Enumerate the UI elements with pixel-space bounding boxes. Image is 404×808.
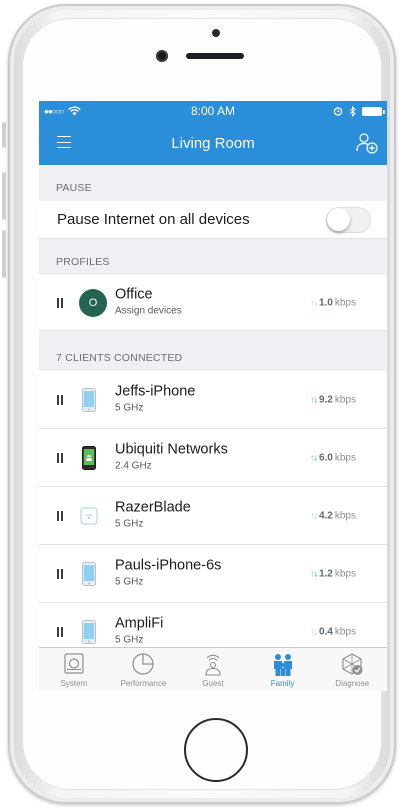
rate-unit: kbps — [334, 394, 356, 405]
rate-value: 6.0 — [318, 452, 333, 463]
system-icon — [64, 653, 84, 674]
iphone-icon — [82, 561, 96, 586]
throughput-rate: ↑↓ 6.0 kbps — [310, 452, 356, 463]
pause-icon[interactable] — [57, 568, 63, 579]
client-row[interactable]: Jeffs-iPhone 5 GHz ↑↓ 9.2 kbps — [39, 371, 387, 429]
profile-subtitle: Assign devices — [115, 304, 182, 316]
rate-value: 1.0 — [318, 297, 333, 308]
toggle-knob — [327, 208, 350, 231]
android-phone-icon — [82, 445, 96, 470]
guest-icon — [205, 654, 221, 676]
client-name: AmpliFi — [115, 614, 164, 631]
earpiece-speaker — [186, 53, 244, 59]
wifi-device-icon — [80, 507, 98, 524]
client-name: Ubiquiti Networks — [115, 440, 228, 457]
rate-unit: kbps — [334, 510, 356, 521]
tab-label: Family — [270, 679, 295, 688]
up-down-arrows-icon: ↑↓ — [309, 297, 318, 308]
iphone-icon — [82, 619, 96, 644]
client-band: 5 GHz — [115, 401, 144, 413]
home-button[interactable] — [184, 718, 248, 782]
rate-value: 0.4 — [318, 626, 333, 637]
nav-bar: Living Room — [39, 121, 387, 165]
tab-label: Performance — [120, 679, 167, 688]
front-camera — [156, 50, 168, 62]
rate-value: 4.2 — [318, 510, 333, 521]
proximity-sensor — [212, 29, 220, 37]
tab-system[interactable]: System — [39, 648, 109, 691]
tab-label: System — [60, 679, 88, 688]
performance-icon — [132, 653, 154, 675]
throughput-rate: ↑↓ 0.4 kbps — [310, 626, 356, 637]
mute-switch — [2, 122, 6, 148]
rate-value: 9.2 — [318, 394, 333, 405]
pause-icon[interactable] — [57, 452, 63, 463]
pause-section-header: PAUSE — [56, 182, 92, 194]
up-down-arrows-icon: ↑↓ — [309, 626, 318, 637]
throughput-rate: ↑↓ 9.2 kbps — [310, 394, 356, 405]
rate-unit: kbps — [334, 568, 356, 579]
client-name: Pauls-iPhone-6s — [115, 556, 222, 573]
status-time: 8:00 AM — [190, 104, 236, 118]
profiles-section-header: PROFILES — [56, 256, 110, 268]
client-band: 5 GHz — [115, 517, 144, 529]
iphone-icon — [82, 387, 96, 412]
rate-unit: kbps — [334, 297, 356, 308]
pause-all-row: Pause Internet on all devices — [39, 201, 387, 239]
profile-avatar: O — [79, 288, 107, 317]
volume-up-button — [2, 172, 6, 220]
client-row[interactable]: Ubiquiti Networks 2.4 GHz ↑↓ 6.0 kbps — [39, 429, 387, 487]
throughput-rate: ↑↓ 1.0 kbps — [310, 297, 356, 308]
status-bar: ●●○○○ 8:00 AM — [39, 101, 387, 121]
profile-name: Office — [115, 285, 153, 302]
up-down-arrows-icon: ↑↓ — [309, 568, 318, 579]
tab-label: Guest — [202, 679, 224, 688]
family-icon — [273, 654, 292, 676]
pause-icon[interactable] — [57, 297, 63, 308]
volume-down-button — [2, 230, 6, 278]
client-row[interactable]: Pauls-iPhone-6s 5 GHz ↑↓ 1.2 kbps — [39, 545, 387, 603]
up-down-arrows-icon: ↑↓ — [309, 394, 318, 405]
page-title: Living Room — [171, 134, 255, 152]
rate-value: 1.2 — [318, 568, 333, 579]
client-band: 2.4 GHz — [115, 459, 152, 471]
tab-bar: System Performance Guest Family Diagnose — [39, 647, 387, 691]
pause-icon[interactable] — [57, 626, 63, 637]
profile-row[interactable]: O Office Assign devices ↑↓ 1.0 kbps — [39, 275, 387, 331]
battery-icon — [362, 106, 385, 116]
throughput-rate: ↑↓ 1.2 kbps — [310, 568, 356, 579]
client-name: RazerBlade — [115, 498, 191, 515]
tab-family[interactable]: Family — [248, 648, 318, 691]
app-screen: ●●○○○ 8:00 AM Living Room PAUSE Pause In… — [39, 101, 387, 691]
diagnose-icon — [342, 653, 363, 675]
tab-diagnose[interactable]: Diagnose — [317, 648, 387, 691]
rate-unit: kbps — [334, 452, 356, 463]
rate-unit: kbps — [334, 626, 356, 637]
client-band: 5 GHz — [115, 633, 144, 645]
client-name: Jeffs-iPhone — [115, 382, 196, 399]
tab-label: Diagnose — [335, 679, 370, 688]
pause-all-toggle[interactable] — [326, 207, 371, 233]
client-row[interactable]: RazerBlade 5 GHz ↑↓ 4.2 kbps — [39, 487, 387, 545]
add-user-icon[interactable] — [355, 131, 379, 155]
up-down-arrows-icon: ↑↓ — [309, 510, 318, 521]
clients-section-header: 7 CLIENTS CONNECTED — [56, 352, 183, 364]
client-band: 5 GHz — [115, 575, 144, 587]
pause-all-label: Pause Internet on all devices — [57, 211, 250, 228]
tab-performance[interactable]: Performance — [109, 648, 179, 691]
pause-icon[interactable] — [57, 394, 63, 405]
tab-guest[interactable]: Guest — [178, 648, 248, 691]
pause-icon[interactable] — [57, 510, 63, 521]
up-down-arrows-icon: ↑↓ — [309, 452, 318, 463]
throughput-rate: ↑↓ 4.2 kbps — [310, 510, 356, 521]
